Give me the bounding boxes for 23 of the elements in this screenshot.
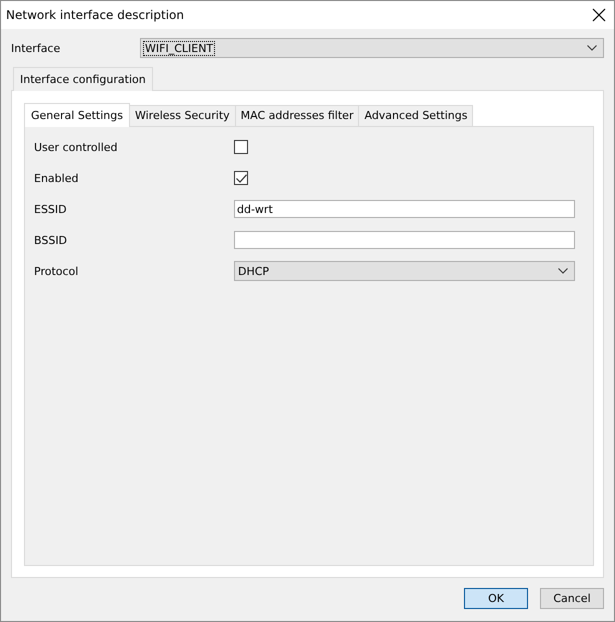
tab[interactable]: Interface configuration [13,67,153,91]
tab[interactable]: Wireless Security [128,105,236,126]
tab[interactable]: MAC addresses filter [234,105,360,126]
chevron-down-icon [558,268,568,274]
dialog-button[interactable]: Cancel [540,588,604,609]
window-title: Network interface description [6,8,184,22]
interface-dropdown[interactable]: WIFI_CLIENT [140,38,604,58]
input-field[interactable]: dd-wrt [234,200,575,218]
close-icon[interactable] [592,8,606,22]
tab[interactable]: General Settings [24,103,130,127]
dialog-button[interactable]: OK [464,588,528,609]
field-label: ESSID [34,202,68,216]
protocol-dropdown[interactable]: DHCP [234,261,575,281]
field-label: Protocol [34,264,80,278]
field-label: Enabled [34,172,80,184]
input-field[interactable] [234,231,575,249]
chevron-down-icon [587,45,597,51]
tab[interactable]: Advanced Settings [358,105,474,126]
checkbox[interactable] [234,171,248,185]
field-label: User controlled [34,140,119,154]
field-label: BSSID [34,234,68,246]
interface-label: Interface [11,42,62,54]
checkbox[interactable] [234,140,248,154]
